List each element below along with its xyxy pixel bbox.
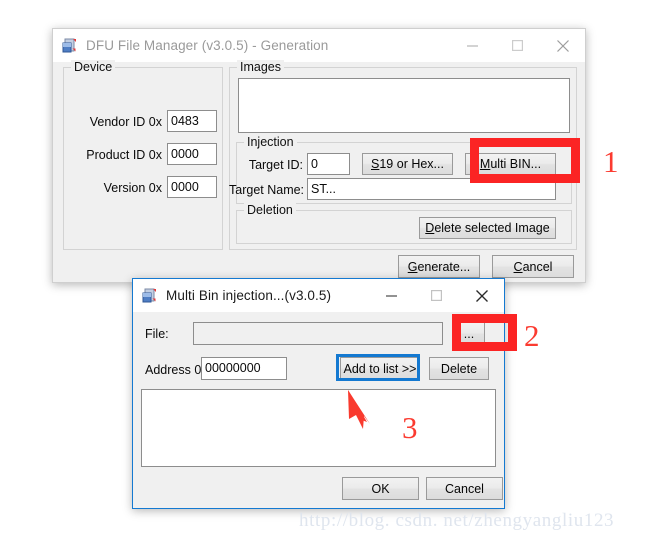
- minimize-icon[interactable]: [369, 279, 414, 312]
- dialog-ok-button[interactable]: OK: [342, 477, 419, 500]
- target-id-label: Target ID:: [248, 158, 303, 172]
- dfu-app-icon: [61, 37, 79, 55]
- delete-selected-image-button[interactable]: Delete selected Image: [419, 217, 556, 239]
- file-label: File:: [145, 327, 169, 341]
- close-icon[interactable]: [459, 279, 504, 312]
- delete-image-label-rest: elete selected Image: [434, 221, 550, 235]
- multi-bin-injection-dialog: Multi Bin injection...(v3.0.5) File: ...…: [132, 278, 505, 509]
- images-group: Images Injection Target ID: 0 S 19 or Hex…: [229, 60, 577, 250]
- minimize-icon[interactable]: [450, 29, 495, 62]
- multibin-accel: M: [479, 157, 491, 171]
- target-name-label: Target Name:: [229, 183, 305, 197]
- device-group: Device Vendor ID 0x 0483 Product ID 0x 0…: [63, 60, 223, 250]
- s19-label-rest: 19 or Hex...: [379, 157, 444, 171]
- dialog-titlebar[interactable]: Multi Bin injection...(v3.0.5): [133, 279, 504, 312]
- annotation-number-2: 2: [524, 318, 540, 353]
- blog-watermark: http://blog. csdn. net/zhengyangliu123: [299, 510, 615, 531]
- dialog-window-controls: [369, 279, 504, 312]
- vendor-id-label: Vendor ID 0x: [89, 115, 162, 129]
- cancel-label-rest: ancel: [522, 259, 553, 274]
- images-listbox[interactable]: [238, 78, 570, 133]
- close-icon[interactable]: [540, 29, 585, 62]
- multibin-label-rest: ulti BIN...: [490, 157, 542, 171]
- address-label: Address 0x: [145, 363, 208, 377]
- product-id-input[interactable]: 0000: [167, 143, 217, 165]
- dialog-cancel-button[interactable]: Cancel: [426, 477, 503, 500]
- annotation-number-3: 3: [402, 410, 418, 445]
- s19-accel: S: [371, 157, 380, 171]
- injection-group-label: Injection: [244, 135, 297, 149]
- file-input[interactable]: [193, 322, 443, 345]
- address-input[interactable]: 00000000: [201, 357, 287, 380]
- dialog-delete-button[interactable]: Delete: [429, 357, 489, 380]
- maximize-icon[interactable]: [414, 279, 459, 312]
- device-group-label: Device: [71, 60, 116, 74]
- maximize-icon[interactable]: [495, 29, 540, 62]
- images-group-label: Images: [237, 60, 284, 74]
- version-input[interactable]: 0000: [167, 176, 217, 198]
- product-id-label: Product ID 0x: [86, 148, 162, 162]
- annotation-number-1: 1: [603, 144, 619, 179]
- browse-file-button[interactable]: ...: [453, 322, 485, 345]
- injection-group: Injection Target ID: 0 S 19 or Hex... Mul…: [229, 135, 572, 204]
- generate-label-rest: enerate...: [417, 259, 471, 274]
- bin-list-box[interactable]: [141, 389, 496, 467]
- multi-bin-button[interactable]: Multi BIN...: [465, 153, 556, 175]
- main-window-controls: [450, 29, 585, 62]
- main-window-titlebar[interactable]: DFU File Manager (v3.0.5) - Generation: [53, 29, 585, 62]
- target-name-input[interactable]: ST...: [307, 178, 556, 200]
- main-window-title: DFU File Manager (v3.0.5) - Generation: [86, 38, 329, 53]
- delete-image-accel: D: [425, 221, 435, 235]
- s19-or-hex-button[interactable]: S 19 or Hex...: [362, 153, 453, 175]
- main-cancel-button[interactable]: Cancel: [492, 255, 574, 278]
- dfu-file-manager-window: DFU File Manager (v3.0.5) - Generation D…: [52, 28, 586, 283]
- target-id-input[interactable]: 0: [307, 153, 350, 175]
- deletion-group: Deletion Delete selected Image: [236, 203, 572, 244]
- add-to-list-button[interactable]: Add to list >>: [340, 357, 420, 380]
- vendor-id-input[interactable]: 0483: [167, 110, 217, 132]
- generate-accel: G: [407, 259, 418, 274]
- dialog-title: Multi Bin injection...(v3.0.5): [166, 288, 332, 303]
- version-label: Version 0x: [103, 181, 162, 195]
- deletion-group-label: Deletion: [244, 203, 296, 217]
- generate-button[interactable]: Generate...: [398, 255, 480, 278]
- dfu-app-icon: [141, 287, 159, 305]
- cancel-accel: C: [513, 259, 523, 274]
